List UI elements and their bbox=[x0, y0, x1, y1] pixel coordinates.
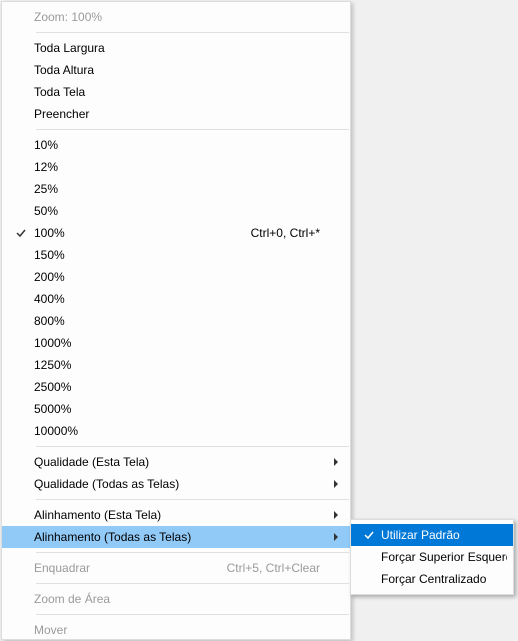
menu-label: 12% bbox=[34, 160, 320, 174]
menu-header-zoom: Zoom: 100% bbox=[2, 6, 350, 28]
menu-item-zoom-level[interactable]: 100%Ctrl+0, Ctrl+* bbox=[2, 222, 350, 244]
menu-item-qualidade-esta-tela[interactable]: Qualidade (Esta Tela) bbox=[2, 451, 350, 473]
menu-label: Alinhamento (Esta Tela) bbox=[34, 508, 320, 522]
menu-separator bbox=[36, 583, 349, 584]
menu-item-zoom-level[interactable]: 2500% bbox=[2, 376, 350, 398]
menu-item-toda-altura[interactable]: Toda Altura bbox=[2, 59, 350, 81]
menu-item-zoom-level[interactable]: 12% bbox=[2, 156, 350, 178]
menu-item-alinhamento-todas-as-telas[interactable]: Alinhamento (Todas as Telas) bbox=[2, 526, 350, 548]
submenu-item[interactable]: Forçar Superior Esquerdo bbox=[351, 546, 513, 568]
menu-label: 2500% bbox=[34, 380, 320, 394]
menu-header-label: Zoom: 100% bbox=[34, 10, 320, 24]
menu-item-zoom-level[interactable]: 150% bbox=[2, 244, 350, 266]
menu-label: Toda Tela bbox=[34, 85, 320, 99]
submenu-arrow-icon bbox=[328, 458, 344, 466]
menu-label: Enquadrar bbox=[34, 561, 227, 575]
menu-label: 25% bbox=[34, 182, 320, 196]
menu-label: 5000% bbox=[34, 402, 320, 416]
menu-separator bbox=[36, 552, 349, 553]
menu-item-zoom-level[interactable]: 200% bbox=[2, 266, 350, 288]
menu-separator bbox=[36, 32, 349, 33]
menu-label: 800% bbox=[34, 314, 320, 328]
menu-label: 100% bbox=[34, 226, 251, 240]
menu-item-toda-tela[interactable]: Toda Tela bbox=[2, 81, 350, 103]
menu-separator bbox=[36, 446, 349, 447]
menu-label: Qualidade (Todas as Telas) bbox=[34, 477, 320, 491]
menu-separator bbox=[36, 499, 349, 500]
menu-label: 150% bbox=[34, 248, 320, 262]
menu-label: 10% bbox=[34, 138, 320, 152]
menu-separator bbox=[36, 614, 349, 615]
menu-label: Toda Altura bbox=[34, 63, 320, 77]
menu-label: Zoom de Área bbox=[34, 592, 320, 606]
menu-item-zoom-level[interactable]: 1000% bbox=[2, 332, 350, 354]
menu-item-zoom-level[interactable]: 25% bbox=[2, 178, 350, 200]
submenu-arrow-icon bbox=[328, 480, 344, 488]
menu-item-zoom-de-area: Zoom de Área bbox=[2, 588, 350, 610]
menu-label: Preencher bbox=[34, 107, 320, 121]
menu-label: 400% bbox=[34, 292, 320, 306]
menu-item-qualidade-todas-as-telas[interactable]: Qualidade (Todas as Telas) bbox=[2, 473, 350, 495]
menu-item-zoom-level[interactable]: 800% bbox=[2, 310, 350, 332]
zoom-context-menu: Zoom: 100% Toda Largura Toda Altura Toda… bbox=[1, 1, 351, 640]
menu-label: 1250% bbox=[34, 358, 320, 372]
menu-item-alinhamento-esta-tela[interactable]: Alinhamento (Esta Tela) bbox=[2, 504, 350, 526]
menu-label: Mover bbox=[34, 623, 320, 637]
submenu-item[interactable]: Utilizar Padrão bbox=[351, 524, 513, 546]
menu-shortcut: Ctrl+5, Ctrl+Clear bbox=[227, 561, 328, 575]
menu-item-zoom-level[interactable]: 1250% bbox=[2, 354, 350, 376]
checkmark-icon bbox=[8, 227, 34, 239]
menu-item-mover: Mover bbox=[2, 619, 350, 641]
menu-label: 50% bbox=[34, 204, 320, 218]
menu-item-preencher[interactable]: Preencher bbox=[2, 103, 350, 125]
menu-label: 1000% bbox=[34, 336, 320, 350]
menu-label: Qualidade (Esta Tela) bbox=[34, 455, 320, 469]
submenu-arrow-icon bbox=[328, 533, 344, 541]
menu-label: Alinhamento (Todas as Telas) bbox=[34, 530, 320, 544]
menu-label: Toda Largura bbox=[34, 41, 320, 55]
submenu-label: Forçar Superior Esquerdo bbox=[381, 550, 507, 564]
menu-item-zoom-level[interactable]: 10000% bbox=[2, 420, 350, 442]
menu-separator bbox=[36, 129, 349, 130]
alignment-submenu: Utilizar Padrão Forçar Superior Esquerdo F… bbox=[350, 519, 514, 595]
menu-item-enquadrar: Enquadrar Ctrl+5, Ctrl+Clear bbox=[2, 557, 350, 579]
menu-label: 10000% bbox=[34, 424, 320, 438]
submenu-arrow-icon bbox=[328, 511, 344, 519]
submenu-item[interactable]: Forçar Centralizado bbox=[351, 568, 513, 590]
submenu-label: Utilizar Padrão bbox=[381, 528, 507, 542]
menu-label: 200% bbox=[34, 270, 320, 284]
menu-item-zoom-level[interactable]: 10% bbox=[2, 134, 350, 156]
menu-item-toda-largura[interactable]: Toda Largura bbox=[2, 37, 350, 59]
checkmark-icon bbox=[357, 529, 381, 541]
submenu-label: Forçar Centralizado bbox=[381, 572, 507, 586]
menu-shortcut: Ctrl+0, Ctrl+* bbox=[251, 226, 328, 240]
menu-item-zoom-level[interactable]: 5000% bbox=[2, 398, 350, 420]
menu-item-zoom-level[interactable]: 50% bbox=[2, 200, 350, 222]
menu-item-zoom-level[interactable]: 400% bbox=[2, 288, 350, 310]
